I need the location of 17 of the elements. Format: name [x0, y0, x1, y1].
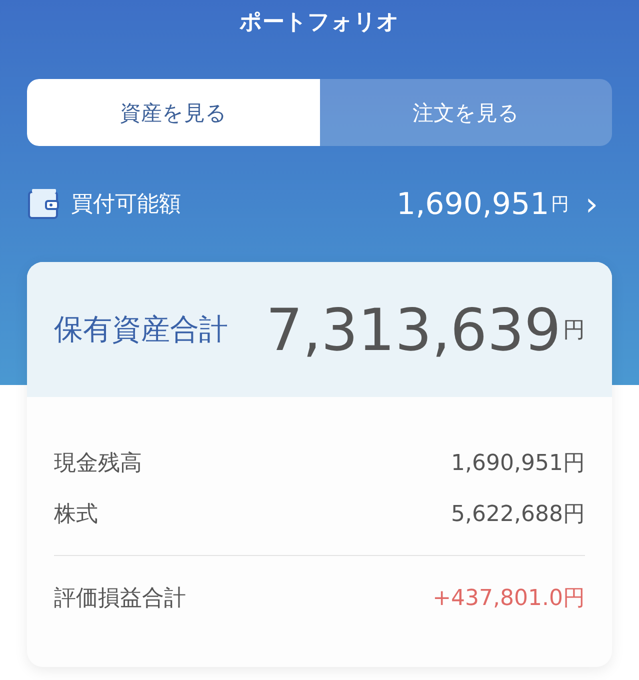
breakdown-label: 株式	[54, 500, 98, 528]
total-assets-label: 保有資産合計	[54, 310, 229, 348]
currency-unit: 円	[551, 193, 570, 216]
wallet-icon	[27, 188, 61, 220]
currency-unit: 円	[563, 316, 585, 344]
buying-power-label: 買付可能額	[71, 191, 182, 219]
buying-power-value: 1,690,951	[396, 186, 550, 222]
breakdown-value: 1,690,951円	[451, 450, 585, 478]
segment-tab[interactable]: 注文を見る	[320, 79, 612, 146]
breakdown-value: 5,622,688円	[451, 500, 585, 528]
profit-loss-label: 評価損益合計	[54, 584, 186, 612]
total-assets-value: 7,313,639	[266, 296, 561, 364]
segment-tab[interactable]: 資産を見る	[27, 79, 320, 146]
profit-loss-value: +437,801.0円	[432, 584, 585, 612]
breakdown-label: 現金残高	[54, 450, 142, 478]
chevron-icon[interactable]: ›	[585, 185, 598, 223]
screen-title: ポートフォリオ	[238, 9, 400, 37]
